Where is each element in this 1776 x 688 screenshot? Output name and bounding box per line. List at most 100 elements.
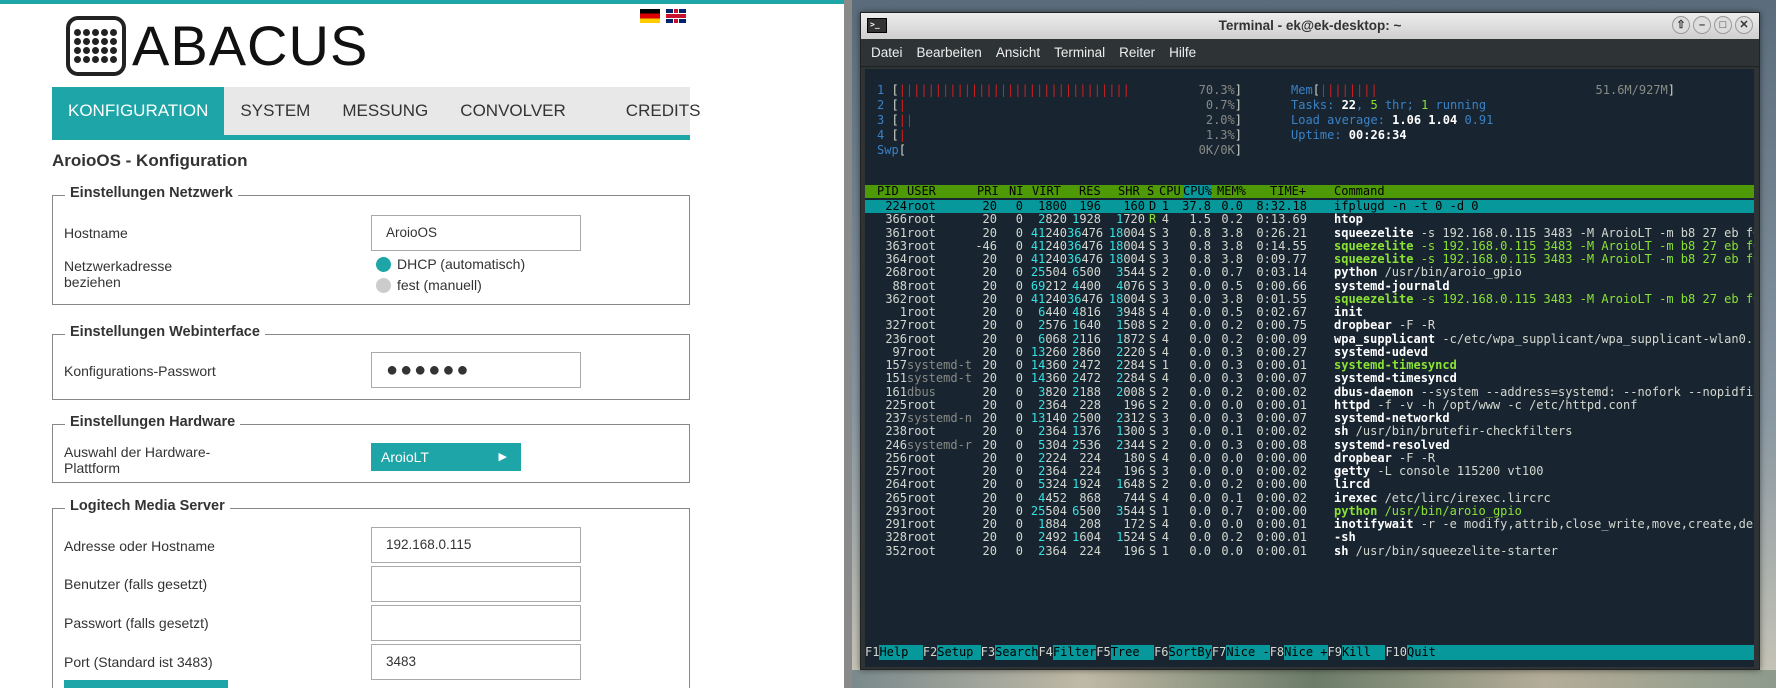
process-row[interactable]: 265 root 20 0 4452 868 744 S 4 0.0 0.1 0:00.02 irexe…	[865, 490, 1754, 505]
process-row[interactable]: 237 systemd-n 20 0 13140 2500 2312 S 3 0.0 0.3 0:00…	[865, 411, 1754, 425]
htop-screen[interactable]: 1 [|||||||||||||||||||||||||||||||| 70.3…	[865, 69, 1754, 667]
fkey-f8[interactable]: F8	[1269, 645, 1285, 660]
process-row[interactable]: 1 root 20 0 6440 4816 3948 S 4 0.0 0.5 0:02.67 init	[865, 305, 1754, 319]
process-row[interactable]: 238 root 20 0 2364 1376 1300 S 3 0.0 0.1 0:00.02 sh …	[865, 424, 1754, 439]
fkey-f4[interactable]: F4	[1038, 645, 1053, 660]
fkey-label[interactable]: Nice +	[1284, 645, 1327, 660]
fkey-label[interactable]: Filter	[1053, 645, 1096, 660]
process-row[interactable]: 362 root 20 0 41240 36476 18004 S 3 0.0 3.8 0:01.55…	[865, 291, 1754, 306]
hostname-input[interactable]: AroioOS	[371, 215, 581, 251]
fkey-label[interactable]: Setup	[937, 645, 980, 660]
nav-convolver[interactable]: CONVOLVER	[444, 87, 582, 135]
lms-host-input[interactable]: 192.168.0.115	[371, 527, 581, 563]
fkey-label[interactable]: Help	[879, 645, 922, 660]
fkey-f7[interactable]: F7	[1211, 645, 1227, 660]
process-user: root	[907, 477, 936, 492]
terminal-titlebar[interactable]: >_ Terminal - ek@ek-desktop: ~ ⇧ – □ ✕	[861, 13, 1759, 39]
cpu-4-pct: 1.3%]	[1205, 128, 1242, 142]
col-res: RES	[1079, 184, 1101, 198]
fkey-label[interactable]: Nice -	[1226, 645, 1269, 660]
maximize-icon[interactable]: □	[1714, 16, 1732, 34]
fkey-label[interactable]: Search	[995, 645, 1038, 660]
process-row[interactable]: 224 root 20 0 1800 196 160 D 1 37.8 0.0 8:32.18 ifpl…	[865, 199, 1754, 214]
process-row[interactable]: 236 root 20 0 6068 2116 1872 S 4 0.0 0.2 0:00.09 wpa…	[865, 331, 1754, 346]
platform-value: AroioLT	[381, 449, 429, 465]
process-pid: 246	[885, 437, 907, 452]
menu-hilfe[interactable]: Hilfe	[1169, 39, 1205, 66]
process-row[interactable]: 225 root 20 0 2364 228 196 S 2 0.0 0.0 0:00.01 httpd…	[865, 398, 1754, 412]
platform-select[interactable]: AroioLT ▶	[371, 443, 521, 471]
process-cpupct: 0.0	[1189, 437, 1211, 452]
process-pid: 236	[885, 331, 907, 346]
lms-password-input[interactable]	[371, 605, 581, 641]
english-flag-icon[interactable]	[666, 9, 686, 23]
process-ni: 0	[1015, 318, 1023, 333]
process-command: squeezelite -s 192.168.0.115 3483 -M Aro…	[1334, 291, 1754, 306]
process-cpupct: 0.0	[1189, 331, 1211, 346]
fkey-label[interactable]: SortBy	[1169, 645, 1212, 660]
lms-user-input[interactable]	[371, 566, 581, 602]
fkey-f3[interactable]: F3	[980, 645, 996, 660]
process-row[interactable]: 291 root 20 0 1884 208 172 S 4 0.0 0.0 0:00.01 inoti…	[865, 517, 1754, 531]
process-cpu: 3	[1161, 278, 1169, 293]
process-table-header[interactable]: PID USER PRI NI VIRT RES SHR S CPU CPU% MEM% TIME+ C…	[865, 184, 1754, 199]
nav-credits[interactable]: CREDITS	[610, 87, 717, 135]
process-res: 1604	[1072, 530, 1101, 545]
lms-port-input[interactable]: 3483	[371, 644, 581, 680]
fkey-f10[interactable]: F10	[1385, 645, 1407, 660]
fkey-f6[interactable]: F6	[1154, 645, 1169, 660]
process-row[interactable]: 264 root 20 0 5324 1924 1648 S 2 0.0 0.2 0:00.00 lir…	[865, 477, 1754, 492]
nav-system[interactable]: SYSTEM	[224, 87, 326, 135]
submit-button[interactable]	[64, 680, 228, 688]
process-row[interactable]: 97 root 20 0 13260 2860 2220 S 4 0.0 0.3 0:00.27 sys…	[865, 345, 1754, 359]
fkey-f2[interactable]: F2	[922, 645, 938, 660]
process-shr: 1648	[1116, 477, 1145, 492]
process-row[interactable]: 246 systemd-r 20 0 5304 2536 2344 S 2 0.0 0.3 0:00.…	[865, 437, 1754, 452]
shade-icon[interactable]: ⇧	[1672, 16, 1690, 34]
process-row[interactable]: 157 systemd-t 20 0 14360 2472 2284 S 1 0.0 0.3 0:00…	[865, 358, 1754, 372]
process-row[interactable]: 364 root 20 0 41240 36476 18004 S 3 0.8 3.8 0:09.77…	[865, 252, 1754, 266]
htop-function-keys: F1 Help F2 Setup F3 Search F4 Filter F5 Tree F6…	[865, 645, 1754, 660]
network-settings-group: Einstellungen Netzwerk Hostname AroioOS …	[52, 185, 690, 305]
nav-messung[interactable]: MESSUNG	[326, 87, 444, 135]
process-row[interactable]: 257 root 20 0 2364 224 196 S 3 0.0 0.0 0:00.02 getty…	[865, 464, 1754, 478]
lms-legend: Logitech Media Server	[65, 498, 230, 514]
fkey-f1[interactable]: F1	[865, 645, 880, 660]
process-pid: 265	[885, 490, 907, 505]
col-s: S	[1147, 184, 1155, 198]
menu-datei[interactable]: Datei	[871, 39, 912, 66]
process-s: S	[1149, 490, 1157, 505]
german-flag-icon[interactable]	[640, 9, 660, 23]
process-virt: 2576	[1038, 318, 1067, 333]
dhcp-radio[interactable]: DHCP (automatisch)	[376, 256, 525, 272]
fkey-label[interactable]: Quit	[1407, 645, 1436, 660]
fkey-f9[interactable]: F9	[1327, 645, 1342, 660]
process-user: root	[907, 490, 936, 505]
menu-reiter[interactable]: Reiter	[1119, 39, 1164, 66]
process-cpupct: 0.0	[1189, 424, 1211, 439]
fkey-label[interactable]: Kill	[1342, 645, 1385, 660]
hostname-label: Hostname	[64, 225, 128, 241]
process-row[interactable]: 256 root 20 0 2224 224 180 S 4 0.0 0.0 0:00.00 dropb…	[865, 451, 1754, 465]
load-average-line: Load average: 1.06 1.04 0.91	[1291, 113, 1494, 127]
config-password-input[interactable]: ●●●●●●	[371, 352, 581, 388]
process-cpupct: 0.0	[1189, 278, 1211, 293]
process-ni: 0	[1015, 212, 1023, 227]
process-row[interactable]: 268 root 20 0 25504 6500 3544 S 2 0.0 0.7 0:03.14 py…	[865, 265, 1754, 280]
window-divider[interactable]	[844, 0, 852, 688]
close-icon[interactable]: ✕	[1735, 16, 1753, 34]
process-cpupct: 0.0	[1189, 265, 1211, 280]
menu-terminal[interactable]: Terminal	[1054, 39, 1114, 66]
process-row[interactable]: 352 root 20 0 2364 224 196 S 1 0.0 0.0 0:00.01 sh /u…	[865, 544, 1754, 558]
fixed-ip-radio[interactable]: fest (manuell)	[376, 277, 482, 293]
menu-bearbeiten[interactable]: Bearbeiten	[917, 39, 991, 66]
network-legend: Einstellungen Netzwerk	[65, 185, 238, 201]
minimize-icon[interactable]: –	[1693, 16, 1711, 34]
process-user: root	[907, 318, 936, 333]
process-row[interactable]: 328 root 20 0 2492 1604 1524 S 4 0.0 0.2 0:00.01 -sh	[865, 530, 1754, 545]
fkey-f5[interactable]: F5	[1096, 645, 1111, 660]
fkey-label[interactable]: Tree	[1111, 645, 1154, 660]
menu-ansicht[interactable]: Ansicht	[996, 39, 1049, 66]
process-s: S	[1149, 225, 1157, 240]
nav-konfiguration[interactable]: KONFIGURATION	[52, 87, 225, 135]
